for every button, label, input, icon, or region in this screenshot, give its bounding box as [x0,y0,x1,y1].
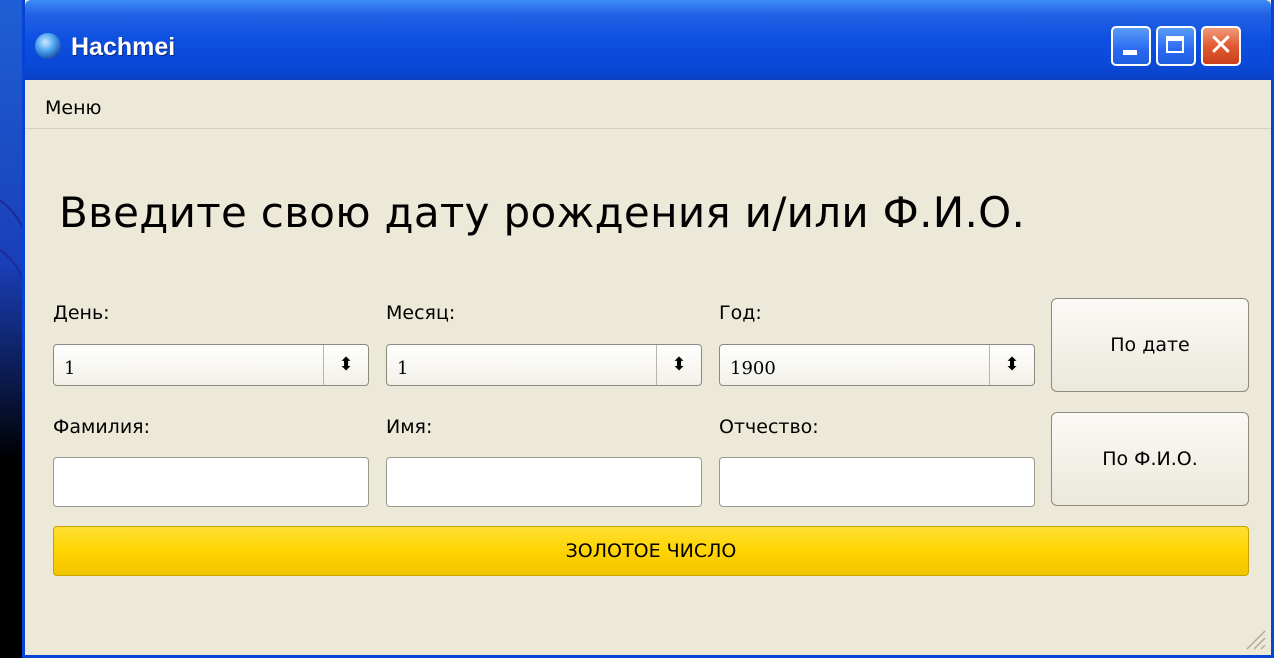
window-title: Hachmei [71,33,176,61]
close-icon: ✕ [1208,28,1234,63]
patronymic-field[interactable] [719,457,1035,507]
close-button[interactable]: ✕ [1201,26,1241,66]
first-name-label: Имя: [386,416,433,438]
menu-item-main[interactable]: Меню [45,97,102,119]
month-value: 1 [397,358,409,379]
patronymic-input[interactable] [720,458,1034,506]
patronymic-label: Отчество: [719,416,819,438]
by-name-button[interactable]: По Ф.И.О. [1051,412,1249,506]
year-value: 1900 [730,358,776,379]
by-date-button[interactable]: По дате [1051,298,1249,392]
day-spinbox[interactable]: 1 ⬍ [53,344,369,386]
updown-arrows-icon[interactable]: ⬍ [323,345,368,385]
title-bar[interactable]: Hachmei ✕ [25,0,1271,80]
app-window: Hachmei ✕ Меню Введите свою дату рождени… [22,0,1274,658]
month-spinbox[interactable]: 1 ⬍ [386,344,702,386]
surname-field[interactable] [53,457,369,507]
updown-arrows-icon[interactable]: ⬍ [989,345,1034,385]
month-label: Месяц: [386,302,456,324]
app-globe-icon [35,33,61,59]
day-value: 1 [64,358,76,379]
minimize-button[interactable] [1111,26,1151,66]
day-label: День: [53,302,110,324]
maximize-icon [1166,36,1184,53]
resize-grip-icon[interactable] [1241,625,1267,651]
minimize-icon [1123,50,1137,55]
year-spinbox[interactable]: 1900 ⬍ [719,344,1035,386]
golden-number-button[interactable]: ЗОЛОТОЕ ЧИСЛО [53,526,1249,576]
maximize-button[interactable] [1156,26,1196,66]
surname-label: Фамилия: [53,416,151,438]
year-label: Год: [719,302,762,324]
updown-arrows-icon[interactable]: ⬍ [656,345,701,385]
surname-input[interactable] [54,458,368,506]
menu-bar: Меню [25,80,1271,129]
first-name-field[interactable] [386,457,702,507]
page-heading: Введите свою дату рождения и/или Ф.И.О. [59,188,1026,237]
first-name-input[interactable] [387,458,701,506]
